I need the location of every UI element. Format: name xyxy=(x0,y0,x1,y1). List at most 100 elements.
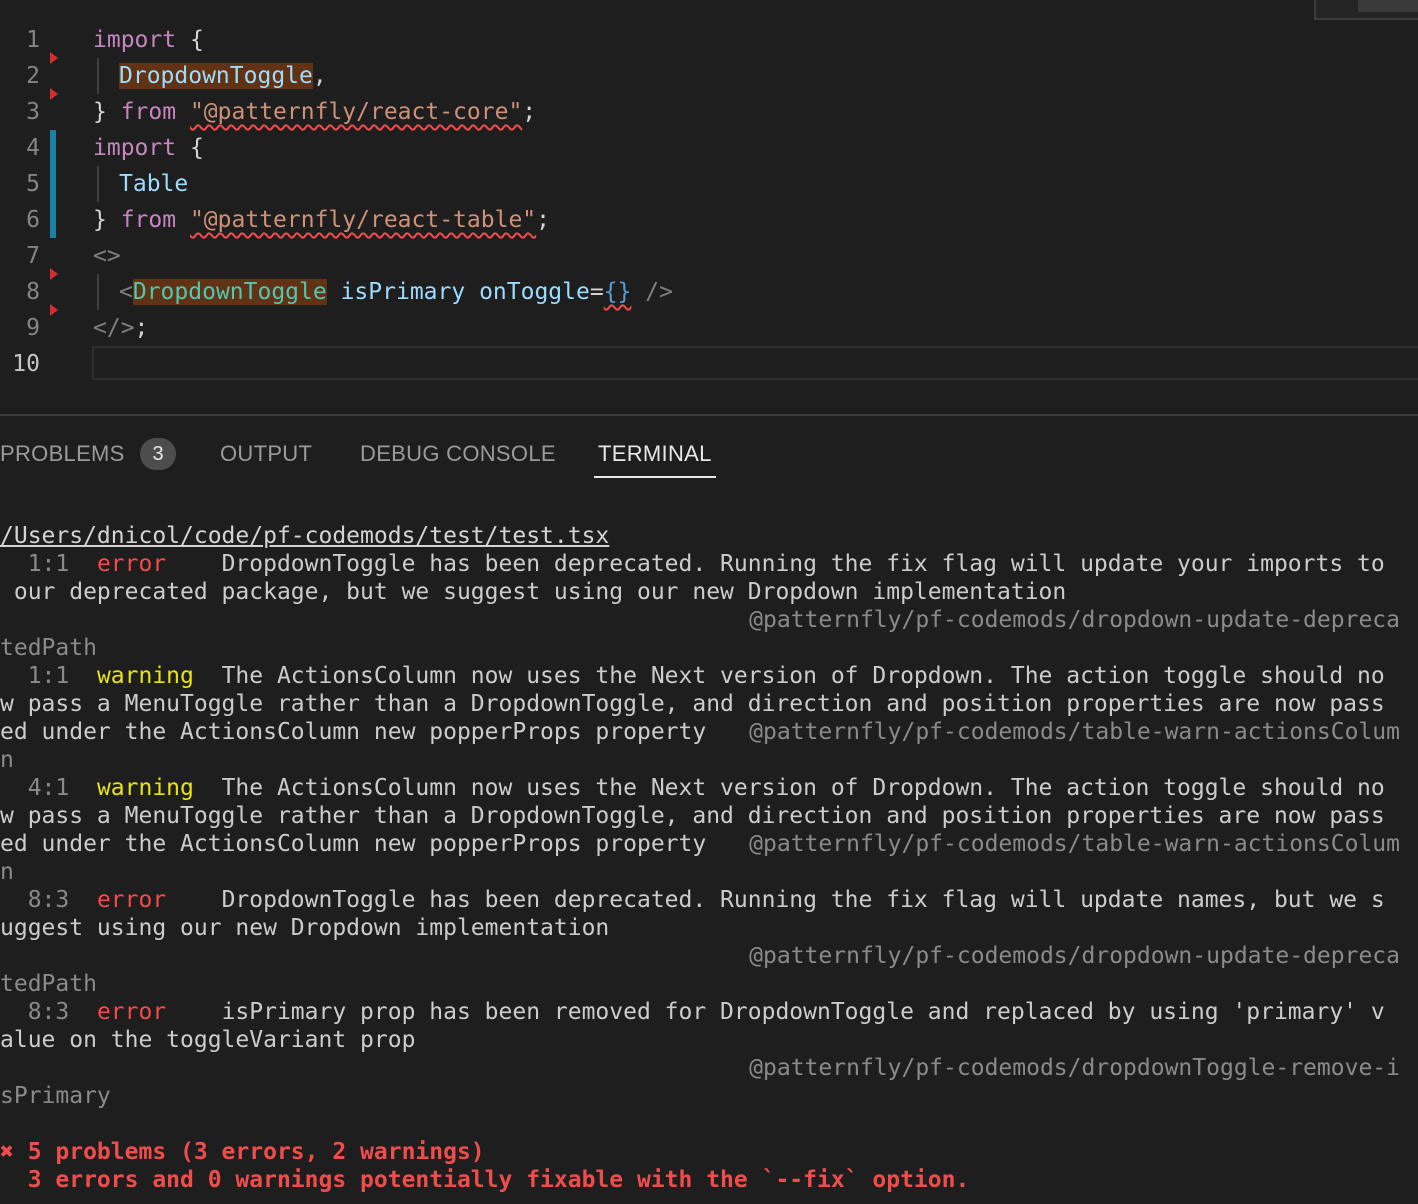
problem-rule-wrap: n xyxy=(0,747,14,773)
problem-location: 1:1 xyxy=(0,551,97,577)
problems-summary: ✖ 5 problems (3 errors, 2 warnings) xyxy=(0,1139,485,1165)
problem-rule: @patternfly/pf-codemods/dropdownToggle-r… xyxy=(749,1055,1400,1081)
problem-severity: warning xyxy=(96,663,222,689)
problem-message: w pass a MenuToggle rather than a Dropdo… xyxy=(0,691,1385,717)
string-literal-with-error: "@patternfly/react-table" xyxy=(189,207,537,233)
jsx-component-highlighted: DropdownToggle xyxy=(132,279,327,305)
panel-tab-bar: PROBLEMS 3 OUTPUT DEBUG CONSOLE TERMINAL xyxy=(0,430,1418,480)
line-number: 6 xyxy=(26,207,40,233)
problem-message: our deprecated package, but we suggest u… xyxy=(0,579,1067,605)
problem-severity: warning xyxy=(96,775,222,801)
panel-divider[interactable] xyxy=(0,414,1418,416)
identifier-highlighted: DropdownToggle xyxy=(119,63,313,89)
problem-message: DropdownToggle has been deprecated. Runn… xyxy=(221,551,1385,577)
problem-rule-wrap: tedPath xyxy=(0,635,97,661)
code-line[interactable]: 7 <> xyxy=(0,238,1418,274)
code-line[interactable]: 3 } from "@patternfly/react-core"; xyxy=(0,94,1418,130)
problem-severity: error xyxy=(96,999,222,1025)
line-number: 10 xyxy=(12,351,40,377)
jsx-fragment-tag: <> xyxy=(93,243,121,269)
line-number: 8 xyxy=(26,279,40,305)
punctuation: ; xyxy=(522,99,537,125)
terminal-line: w pass a MenuToggle rather than a Dropdo… xyxy=(0,802,1385,830)
punctuation: { xyxy=(176,135,204,161)
problem-rule: @patternfly/pf-codemods/dropdown-update-… xyxy=(749,607,1400,633)
terminal-line: our deprecated package, but we suggest u… xyxy=(0,578,1066,606)
tab-label: DEBUG CONSOLE xyxy=(360,441,556,466)
problem-rule-wrap: sPrimary xyxy=(0,1083,111,1109)
problems-count-badge: 3 xyxy=(140,438,176,470)
keyword: from xyxy=(120,99,177,125)
problem-severity: error xyxy=(96,551,222,577)
terminal-line: /Users/dnicol/code/pf-codemods/test/test… xyxy=(0,522,609,550)
punctuation: } xyxy=(93,99,121,125)
keyword: import xyxy=(93,135,177,161)
code-line[interactable]: 6 } from "@patternfly/react-table"; xyxy=(0,202,1418,238)
tab-output[interactable]: OUTPUT xyxy=(220,430,312,476)
code-line[interactable]: 8 <DropdownToggle isPrimary onToggle={} … xyxy=(0,274,1418,310)
keyword: from xyxy=(120,207,177,233)
terminal-line: 8:3 error DropdownToggle has been deprec… xyxy=(0,886,1385,914)
code-line[interactable]: 4 import { xyxy=(0,130,1418,166)
identifier: Table xyxy=(119,171,189,197)
problem-rule-wrap: tedPath xyxy=(0,971,97,997)
code-line[interactable]: 9 </>; xyxy=(0,310,1418,346)
terminal-line: 1:1 warning The ActionsColumn now uses t… xyxy=(0,662,1385,690)
line-number: 5 xyxy=(26,171,40,197)
indent-guide xyxy=(97,58,99,94)
punctuation: ; xyxy=(134,315,149,341)
problem-message: isPrimary prop has been removed for Drop… xyxy=(221,999,1385,1025)
problem-message: DropdownToggle has been deprecated. Runn… xyxy=(221,887,1385,913)
jsx-expression-with-error: {} xyxy=(603,279,632,305)
line-number: 1 xyxy=(26,27,40,53)
problem-message: w pass a MenuToggle rather than a Dropdo… xyxy=(0,803,1385,829)
problem-rule-wrap: n xyxy=(0,859,14,885)
terminal-line: alue on the toggleVariant prop xyxy=(0,1026,415,1054)
tab-debug-console[interactable]: DEBUG CONSOLE xyxy=(360,430,556,476)
jsx-attribute: onToggle xyxy=(465,279,590,305)
minimap-slider[interactable] xyxy=(1314,0,1418,20)
code-line[interactable]: 2 DropdownToggle, xyxy=(0,58,1418,94)
jsx-bracket: /> xyxy=(631,279,673,305)
tab-problems[interactable]: PROBLEMS xyxy=(0,430,125,476)
line-number: 9 xyxy=(26,315,40,341)
problem-rule: @patternfly/pf-codemods/dropdown-update-… xyxy=(749,943,1400,969)
keyword: import xyxy=(93,27,177,53)
problem-rule: @patternfly/pf-codemods/table-warn-actio… xyxy=(749,831,1400,857)
punctuation: = xyxy=(589,279,604,305)
fixable-summary: 3 errors and 0 warnings potentially fixa… xyxy=(0,1167,970,1193)
problem-location: 8:3 xyxy=(0,887,97,913)
problem-message: alue on the toggleVariant prop xyxy=(0,1027,416,1053)
problem-location: 8:3 xyxy=(0,999,97,1025)
code-line-current[interactable]: 10 xyxy=(0,346,1418,382)
punctuation: { xyxy=(176,27,204,53)
line-number: 7 xyxy=(26,243,40,269)
code-editor[interactable]: 1 import { 2 DropdownToggle, 3 } from "@… xyxy=(0,0,1418,414)
line-number: 3 xyxy=(26,99,40,125)
terminal-line: 1:1 error DropdownToggle has been deprec… xyxy=(0,550,1385,578)
jsx-fragment-tag: </> xyxy=(93,315,135,341)
code-line[interactable]: 1 import { xyxy=(0,22,1418,58)
jsx-attribute: isPrimary xyxy=(326,279,466,305)
line-number: 2 xyxy=(26,63,40,89)
problem-message: uggest using our new Dropdown implementa… xyxy=(0,915,610,941)
terminal-line: uggest using our new Dropdown implementa… xyxy=(0,914,609,942)
file-path-link[interactable]: /Users/dnicol/code/pf-codemods/test/test… xyxy=(0,523,609,549)
line-number: 4 xyxy=(26,135,40,161)
indent-guide xyxy=(97,166,99,202)
punctuation: } xyxy=(93,207,121,233)
jsx-bracket: < xyxy=(119,279,133,305)
punctuation: ; xyxy=(536,207,550,233)
problem-severity: error xyxy=(96,887,222,913)
problem-location: 4:1 xyxy=(0,775,97,801)
tab-terminal[interactable]: TERMINAL xyxy=(594,430,716,478)
indent-guide xyxy=(97,274,99,310)
problem-location: 1:1 xyxy=(0,663,97,689)
string-literal-with-error: "@patternfly/react-core" xyxy=(189,99,523,125)
problem-message: The ActionsColumn now uses the Next vers… xyxy=(221,663,1385,689)
problem-rule: @patternfly/pf-codemods/table-warn-actio… xyxy=(749,719,1400,745)
code-line[interactable]: 5 Table xyxy=(0,166,1418,202)
terminal-line: 4:1 warning The ActionsColumn now uses t… xyxy=(0,774,1385,802)
